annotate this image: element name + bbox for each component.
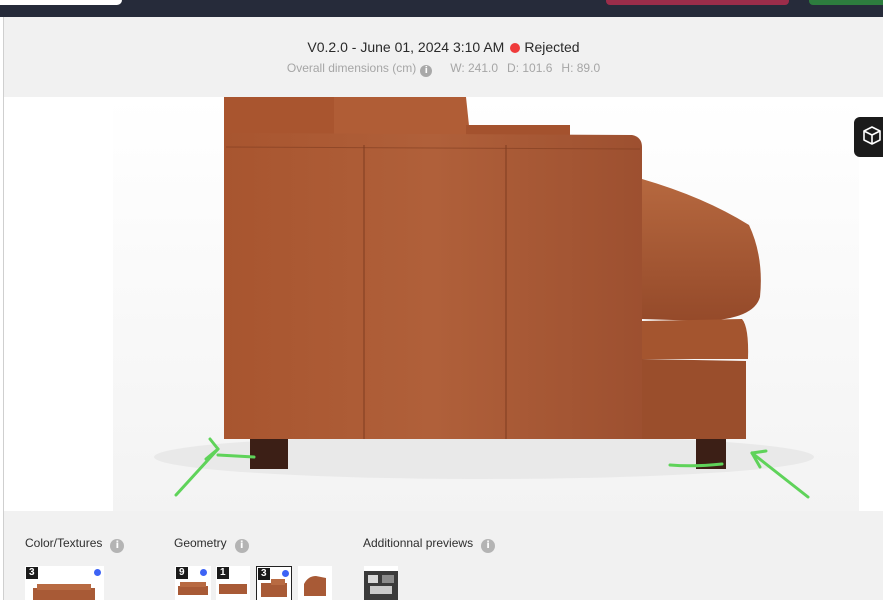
info-icon[interactable]: i bbox=[110, 539, 125, 553]
info-icon[interactable]: i bbox=[234, 539, 249, 553]
color-textures-section: Color/Textures i bbox=[25, 536, 128, 553]
version-info: V0.2.0 - June 01, 2024 3:10 AM Rejected bbox=[4, 39, 883, 55]
reject-button[interactable] bbox=[606, 0, 789, 5]
geometry-thumbnail[interactable]: 9 bbox=[175, 566, 211, 600]
status-label: Rejected bbox=[524, 39, 580, 55]
new-indicator-dot bbox=[282, 570, 289, 577]
variant-count-badge: 3 bbox=[258, 568, 270, 580]
sofa-thumbnail-image bbox=[304, 576, 326, 596]
top-search-pill[interactable] bbox=[0, 0, 122, 5]
cube-icon bbox=[863, 126, 881, 145]
dimension-width: W: 241.0 bbox=[450, 61, 499, 75]
color-textures-title: Color/Textures bbox=[25, 536, 103, 550]
info-icon[interactable]: i bbox=[481, 539, 496, 553]
variants-panel: Color/Textures i Geometry i Additionnal pr… bbox=[4, 511, 883, 600]
room-preview-image bbox=[364, 571, 398, 600]
additional-preview-thumbnail[interactable] bbox=[364, 566, 398, 600]
additional-previews-section: Additionnal previews i bbox=[363, 536, 499, 553]
texture-thumbnail[interactable]: 3 bbox=[25, 566, 104, 600]
approve-button[interactable] bbox=[809, 0, 883, 5]
additional-previews-title: Additionnal previews bbox=[363, 536, 474, 550]
new-indicator-dot bbox=[94, 569, 101, 576]
status-dot-icon bbox=[510, 43, 521, 53]
new-indicator-dot bbox=[200, 569, 207, 576]
version-header: V0.2.0 - June 01, 2024 3:10 AM Rejected O… bbox=[4, 17, 883, 97]
sofa-render bbox=[113, 97, 859, 511]
dimension-depth: D: 101.6 bbox=[507, 61, 553, 75]
geometry-thumbnail[interactable] bbox=[298, 566, 332, 600]
product-viewer[interactable] bbox=[4, 97, 883, 511]
3d-view-toggle[interactable] bbox=[854, 117, 883, 157]
variant-count-badge: 1 bbox=[217, 567, 229, 579]
version-label: V0.2.0 - June 01, 2024 3:10 AM bbox=[307, 39, 505, 55]
dimension-height: H: 89.0 bbox=[561, 61, 601, 75]
dimensions-label: Overall dimensions (cm) bbox=[286, 61, 417, 75]
info-icon[interactable]: i bbox=[420, 65, 433, 77]
variant-count-badge: 9 bbox=[176, 567, 188, 579]
dimensions-row: Overall dimensions (cm) i W: 241.0 D: 101.6… bbox=[4, 61, 883, 77]
geometry-thumbnail[interactable]: 1 bbox=[216, 566, 250, 600]
geometry-thumbnail-selected[interactable]: 3 bbox=[256, 566, 292, 600]
top-bar bbox=[0, 0, 883, 17]
geometry-section: Geometry i bbox=[174, 536, 253, 553]
variant-count-badge: 3 bbox=[26, 567, 38, 579]
geometry-title: Geometry bbox=[174, 536, 227, 550]
